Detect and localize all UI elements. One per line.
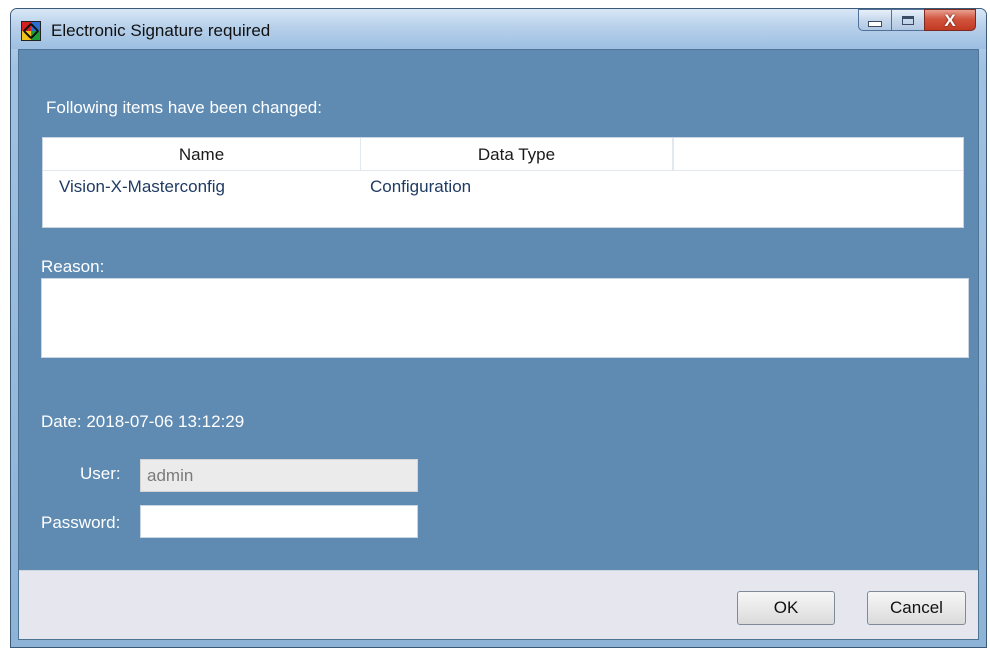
row-data-type-cell: Configuration [370, 177, 472, 196]
user-field[interactable] [140, 459, 418, 492]
close-button[interactable]: X [924, 9, 976, 31]
column-header-name[interactable]: Name [43, 138, 361, 170]
password-label: Password: [41, 513, 121, 532]
reason-label: Reason: [41, 257, 105, 276]
changed-items-label: Following items have been changed: [46, 98, 322, 117]
signature-dialog: Electronic Signature required X Followin… [10, 8, 987, 648]
maximize-icon [902, 15, 914, 25]
minimize-button[interactable] [858, 9, 891, 31]
column-header-data-type[interactable]: Data Type [361, 138, 673, 170]
cancel-button[interactable]: Cancel [867, 591, 966, 625]
window-title: Electronic Signature required [51, 21, 271, 40]
dialog-body: Following items have been changed: Name … [18, 49, 979, 640]
button-bar: OK Cancel [19, 570, 978, 639]
table-row[interactable]: Vision-X-Masterconfig Configuration [43, 172, 963, 202]
signature-date: Date: 2018-07-06 13:12:29 [41, 412, 245, 431]
caption-buttons: X [858, 9, 976, 33]
maximize-button[interactable] [891, 9, 924, 31]
app-logo-icon[interactable] [21, 21, 41, 41]
row-name-cell: Vision-X-Masterconfig [59, 177, 225, 196]
changed-items-table[interactable]: Name Data Type Vision-X-Masterconfig Con… [42, 137, 964, 228]
table-header: Name Data Type [43, 138, 963, 171]
column-header-empty [673, 138, 674, 170]
minimize-icon [868, 20, 882, 27]
user-label: User: [80, 464, 121, 483]
title-bar[interactable]: Electronic Signature required X [11, 9, 986, 49]
password-field[interactable] [140, 505, 418, 538]
ok-button[interactable]: OK [737, 591, 835, 625]
reason-input[interactable] [41, 278, 969, 358]
close-icon: X [944, 10, 956, 30]
